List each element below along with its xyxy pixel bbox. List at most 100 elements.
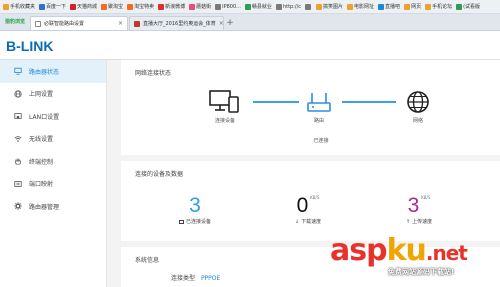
bookmark-item[interactable]: 电影网址: [347, 3, 374, 10]
internet-globe-icon: [407, 91, 429, 113]
sidebar-item-port-mapping[interactable]: 端口映射: [0, 173, 106, 196]
bookmark-label: 电影网址: [354, 4, 375, 10]
sidebar-item-lan-settings[interactable]: LAN口设置: [0, 105, 106, 128]
connected-devices-stat: 3 已连接设备: [173, 195, 217, 225]
download-speed-unit: KB/S: [310, 195, 320, 200]
bookmark-favicon-icon: [189, 3, 196, 10]
bookmark-favicon-icon: [244, 3, 251, 10]
bookmark-favicon-icon: [101, 3, 108, 10]
sidebar-item-terminal-control[interactable]: 终端控制: [0, 150, 106, 173]
bookmark-label: IP800...: [222, 3, 241, 10]
lan-port-icon: [14, 113, 22, 120]
bookmark-item[interactable]: 天猫商城: [70, 3, 97, 10]
upload-arrow-icon: ↑: [405, 218, 411, 225]
download-arrow-icon: ↓: [294, 218, 300, 225]
bookmark-favicon-icon: [70, 3, 77, 10]
connection-type-value: PPPOE: [200, 275, 221, 282]
bookmark-label: http://c: [282, 3, 302, 10]
bookmark-label: 网页: [411, 4, 422, 10]
tab-live-hall[interactable]: 直播大厅_2016里约奥运会_体育 ×: [129, 16, 224, 30]
bookmark-item[interactable]: 聚淘宝: [101, 3, 123, 10]
devices-icon: [178, 219, 184, 224]
bookmark-item[interactable]: IP800...: [215, 3, 241, 10]
bookmark-label: 赣县就业: [251, 4, 272, 10]
node-label-device: 连接设备: [214, 118, 235, 124]
bookmark-label: 百度一下: [46, 4, 67, 10]
new-tab-button[interactable]: +: [224, 16, 236, 30]
upload-speed-label: 上传速度: [412, 219, 433, 225]
bookmark-label: 搞笑图片: [323, 4, 344, 10]
sidebar-item-label: LAN口设置: [29, 113, 60, 121]
download-speed-stat: 0 KB/S ↓ 下载速度: [285, 195, 331, 225]
watermark-net: .net: [425, 241, 468, 265]
card-title: 网络连接状态: [135, 70, 172, 77]
connection-line: [253, 101, 299, 103]
sidebar-item-wireless-settings[interactable]: 无线设置: [0, 128, 106, 151]
tab-label: 必联智能路由设置: [44, 21, 85, 27]
bookmark-favicon-icon: [456, 3, 463, 10]
bookmark-label: 蘑菇街: [196, 4, 212, 10]
card-title: 连接的设备及数据: [135, 171, 184, 178]
bookmark-favicon-icon: [3, 3, 9, 10]
watermark-asp: asp: [330, 233, 388, 268]
node-label-internet: 网络: [412, 118, 423, 124]
bookmark-favicon-icon: [404, 3, 411, 10]
computer-device-icon: [209, 90, 239, 113]
bookmark-item[interactable]: 新浪微博: [158, 3, 185, 10]
bookmark-label: 聚淘宝: [108, 4, 124, 10]
card-title: 系统信息: [135, 257, 160, 264]
gear-icon: [14, 202, 22, 210]
bookmark-item[interactable]: 搞笑图片: [316, 3, 343, 10]
bookmark-label: 淘宝特卖: [134, 4, 155, 10]
sidebar-item-label: 路由器管理: [29, 203, 60, 211]
watermark-ku: ku: [386, 233, 427, 268]
sidebar-item-internet-settings[interactable]: 上网设置: [0, 83, 106, 106]
sidebar: 路由器状态 上网设置 LAN口设置 无线设置 终端控制 端口映射 路由器管理: [0, 60, 107, 287]
bookmark-favicon-icon: [316, 3, 323, 10]
bookmark-item[interactable]: 手机收藏夹: [3, 3, 35, 10]
bookmark-item[interactable]: 手机论坛: [425, 3, 452, 10]
bookmark-item[interactable]: 直播吧: [378, 3, 400, 10]
tab-router-settings[interactable]: 必联智能路由设置 ×: [30, 16, 128, 30]
cctv-icon: [134, 20, 140, 27]
bookmark-item[interactable]: (试看版: [456, 3, 480, 10]
sidebar-item-label: 上网设置: [29, 91, 54, 99]
connected-devices-count: 3: [189, 194, 201, 217]
bookmark-label: 直播吧: [385, 4, 401, 10]
sidebar-item-label: 路由器状态: [29, 68, 60, 76]
close-tab-icon[interactable]: ×: [118, 20, 123, 27]
bookmark-label: 新浪微博: [165, 4, 186, 10]
bookmark-item[interactable]: 蘑菇街: [189, 3, 211, 10]
download-speed-value: 0: [296, 194, 309, 217]
bookmark-item[interactable]: 百度一下: [39, 3, 66, 10]
upload-speed-value: 3: [407, 194, 420, 217]
port-map-icon: [14, 180, 22, 187]
router-icon: [307, 93, 331, 112]
network-status-card: 网络连接状态 连接设备 路由 网络 已连接: [121, 60, 500, 155]
watermark-subtitle: 免费网站源码下载站!: [388, 268, 455, 276]
sidebar-item-router-management[interactable]: 路由器管理: [0, 195, 106, 218]
bookmark-item[interactable]: 淘宝特卖: [127, 3, 154, 10]
sidebar-item-label: 无线设置: [29, 136, 54, 144]
bookmark-item[interactable]: http://c: [275, 3, 302, 10]
bookmark-label: 手机收藏夹: [10, 4, 36, 10]
bookmark-favicon-icon: [347, 3, 354, 10]
browser-tabs-bar: 猎豹浏览 必联智能路由设置 × 直播大厅_2016里约奥运会_体育 × +: [0, 14, 500, 31]
upload-speed-unit: KB/S: [421, 195, 431, 200]
bookmark-item[interactable]: 网页: [404, 3, 421, 10]
close-tab-icon[interactable]: ×: [219, 20, 223, 27]
sidebar-item-label: 端口映射: [29, 181, 54, 189]
browser-brand[interactable]: 猎豹浏览: [0, 13, 30, 30]
bookmark-favicon-icon: [127, 3, 134, 10]
bookmark-label: 天猫商城: [77, 4, 98, 10]
bookmark-favicon-icon: [158, 3, 165, 10]
connection-line: [342, 101, 396, 103]
bookmark-item[interactable]: [305, 3, 312, 10]
bookmark-favicon-icon: [215, 3, 222, 10]
upload-speed-stat: 3 KB/S ↑ 上传速度: [396, 195, 442, 225]
bookmark-item[interactable]: 赣县就业: [244, 3, 272, 10]
download-speed-label: 下载速度: [301, 219, 322, 225]
sidebar-item-router-status[interactable]: 路由器状态: [0, 60, 106, 83]
bookmarks-bar: 手机收藏夹 百度一下 天猫商城 聚淘宝 淘宝特卖 新浪微博 蘑菇街 IP800... 赣县就业 h…: [0, 0, 500, 14]
bookmark-favicon-icon: [275, 3, 282, 10]
